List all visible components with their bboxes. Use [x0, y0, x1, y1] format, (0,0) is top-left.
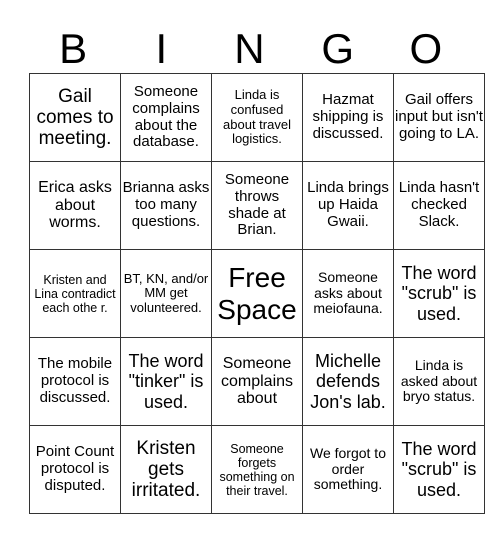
bingo-cell[interactable]: The word "scrub" is used.: [393, 249, 485, 338]
bingo-cell[interactable]: Someone complains about the database.: [120, 73, 212, 162]
card-row: Gail comes to meeting. Someone complains…: [29, 73, 485, 162]
bingo-cell[interactable]: Someone forgets something on their trave…: [211, 425, 303, 514]
card-row: Kristen and Lina contradict each othe r.…: [29, 249, 485, 338]
bingo-cell[interactable]: Point Count protocol is disputed.: [29, 425, 121, 514]
bingo-cell[interactable]: Someone throws shade at Brian.: [211, 161, 303, 250]
bingo-cell[interactable]: Michelle defends Jon's lab.: [302, 337, 394, 426]
bingo-cell[interactable]: Hazmat shipping is discussed.: [302, 73, 394, 162]
card-row: The mobile protocol is discussed. The wo…: [29, 337, 485, 426]
bingo-cell[interactable]: Linda hasn't checked Slack.: [393, 161, 485, 250]
bingo-cell[interactable]: Gail offers input but isn't going to LA.: [393, 73, 485, 162]
bingo-cell[interactable]: Linda brings up Haida Gwaii.: [302, 161, 394, 250]
bingo-card: Gail comes to meeting. Someone complains…: [29, 73, 485, 514]
bingo-cell[interactable]: Linda is asked about bryo status.: [393, 337, 485, 426]
bingo-cell[interactable]: Linda is confused about travel logistics…: [211, 73, 303, 162]
bingo-cell[interactable]: Kristen and Lina contradict each othe r.: [29, 249, 121, 338]
bingo-cell[interactable]: The word "tinker" is used.: [120, 337, 212, 426]
bingo-cell[interactable]: We forgot to order something.: [302, 425, 394, 514]
free-space-cell[interactable]: Free Space: [211, 249, 303, 338]
header-letter-g: G: [321, 25, 354, 72]
header-letter-n: N: [234, 25, 265, 72]
header-letter-o: O: [409, 25, 443, 72]
bingo-cell[interactable]: The mobile protocol is discussed.: [29, 337, 121, 426]
bingo-cell[interactable]: The word "scrub" is used.: [393, 425, 485, 514]
bingo-header: B I N G O: [29, 26, 470, 72]
bingo-cell[interactable]: Kristen gets irritated.: [120, 425, 212, 514]
bingo-cell[interactable]: Brianna asks too many questions.: [120, 161, 212, 250]
header-letter-i: I: [155, 25, 168, 72]
bingo-cell[interactable]: Someone asks about meiofauna.: [302, 249, 394, 338]
card-row: Point Count protocol is disputed. Kriste…: [29, 425, 485, 514]
bingo-cell[interactable]: Gail comes to meeting.: [29, 73, 121, 162]
bingo-cell[interactable]: BT, KN, and/or MM get volunteered.: [120, 249, 212, 338]
bingo-cell[interactable]: Someone complains about: [211, 337, 303, 426]
header-letter-b: B: [59, 25, 88, 72]
bingo-cell[interactable]: Erica asks about worms.: [29, 161, 121, 250]
card-row: Erica asks about worms. Brianna asks too…: [29, 161, 485, 250]
